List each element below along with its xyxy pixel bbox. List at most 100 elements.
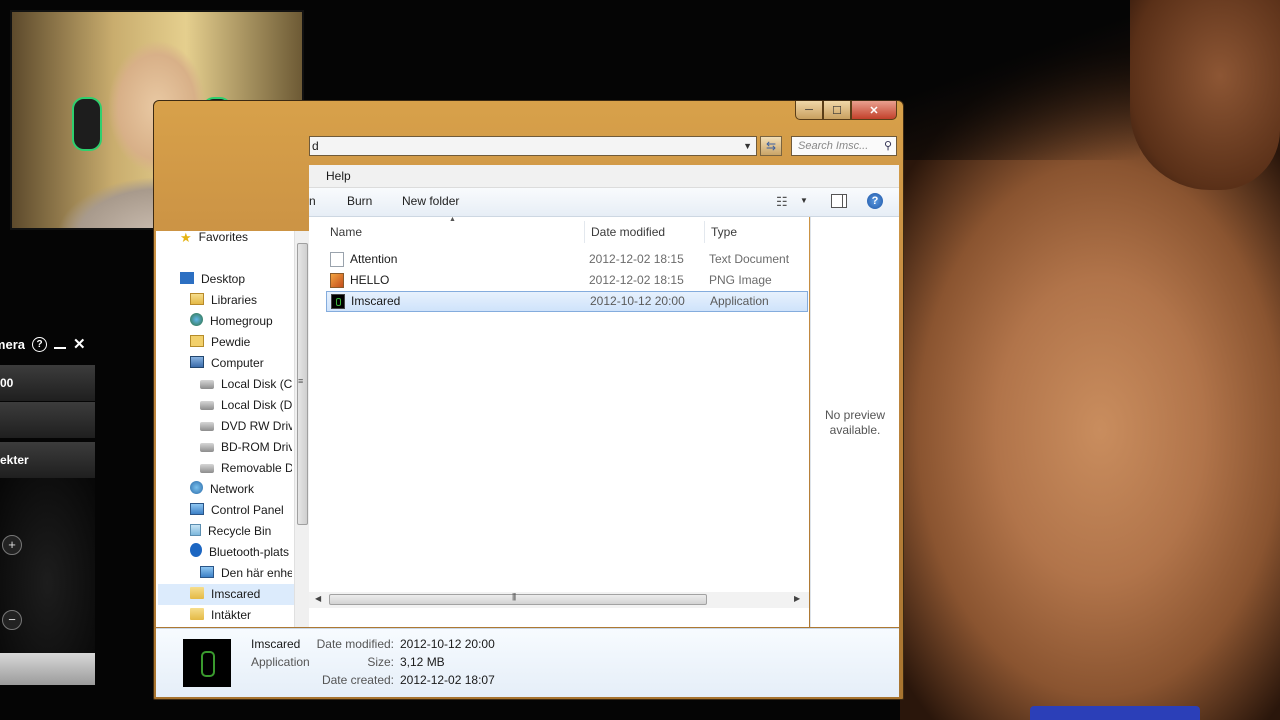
burn-button[interactable]: Burn xyxy=(347,194,372,208)
chevron-down-icon[interactable]: ▼ xyxy=(743,137,752,155)
file-row[interactable]: Attention 2012-12-02 18:15 Text Document xyxy=(326,249,808,270)
details-date-created: 2012-12-02 18:07 xyxy=(400,673,495,687)
scroll-right-icon[interactable]: ▶ xyxy=(794,594,800,603)
details-date-modified-label: Date modified: xyxy=(316,637,394,651)
column-separator[interactable] xyxy=(584,221,585,243)
sidebar-item-label: Desktop xyxy=(201,272,246,286)
details-date-modified: 2012-10-12 20:00 xyxy=(400,637,495,651)
file-date-modified: 2012-12-02 18:15 xyxy=(589,273,684,287)
close-button[interactable]: ✕ xyxy=(851,101,897,120)
preview-message-line-1: No preview xyxy=(824,408,886,422)
view-options-icon[interactable]: ☷ xyxy=(776,194,788,210)
zoom-out-icon[interactable]: − xyxy=(2,610,22,630)
toolbar-partial-item[interactable]: n xyxy=(309,194,316,208)
maximize-button[interactable]: ☐ xyxy=(823,101,851,120)
details-pane: Imscared Application Date modified: 2012… xyxy=(156,628,899,697)
column-header-name[interactable]: Name xyxy=(330,217,362,247)
file-type: Text Document xyxy=(709,252,790,266)
sidebar-item-removable-di[interactable]: Removable Di xyxy=(200,458,292,479)
sidebar-item-computer[interactable]: Computer xyxy=(190,353,292,374)
file-date-modified: 2012-10-12 20:00 xyxy=(590,294,685,308)
camera-widget-row-2[interactable]: ekter xyxy=(0,442,95,478)
sidebar-item-label: DVD RW Drive xyxy=(221,419,292,433)
dvd-drive-icon xyxy=(200,422,214,431)
column-header-type[interactable]: Type xyxy=(711,217,737,247)
bluetooth-icon xyxy=(190,543,202,557)
sidebar-item-local-disk-c[interactable]: Local Disk (C: xyxy=(200,374,292,395)
new-folder-button[interactable]: New folder xyxy=(402,194,459,208)
close-icon[interactable]: ✕ xyxy=(73,335,86,353)
preview-pane-icon[interactable] xyxy=(831,194,847,208)
desktop-icon xyxy=(180,272,194,284)
file-list: ▲ Name Date modified Type Attention 2012-… xyxy=(309,216,809,627)
sort-up-icon: ▲ xyxy=(449,216,456,223)
file-row[interactable]: HELLO 2012-12-02 18:15 PNG Image xyxy=(326,270,808,291)
sidebar-item-label: Libraries xyxy=(211,293,258,307)
zoom-in-icon[interactable]: + xyxy=(2,535,22,555)
help-icon[interactable]: ? xyxy=(32,336,47,352)
sidebar-item-label: Computer xyxy=(211,356,264,370)
computer-icon xyxy=(190,356,204,368)
headphone-left xyxy=(72,97,102,151)
details-size: 3,12 MB xyxy=(400,655,445,669)
preview-message-line-2: available. xyxy=(829,423,881,437)
sidebar-item-network[interactable]: Network xyxy=(190,479,292,500)
explorer-window: ─ ☐ ✕ d ▼ ⇆ Search Imsc... ⚲ Help n Burn… xyxy=(153,100,904,700)
horizontal-scrollbar-thumb[interactable] xyxy=(329,592,707,605)
sidebar-item-local-disk-d[interactable]: Local Disk (D: xyxy=(200,395,292,416)
sidebar-item-desktop[interactable]: Desktop xyxy=(180,269,292,290)
scroll-grip-icon: ≡ xyxy=(298,376,304,386)
file-row[interactable]: Imscared 2012-10-12 20:00 Application xyxy=(326,291,808,312)
minimize-button[interactable]: ─ xyxy=(795,101,823,120)
menu-help[interactable]: Help xyxy=(326,169,351,183)
minimize-icon[interactable] xyxy=(54,347,66,349)
sidebar-item-bd-rom-driv[interactable]: BD-ROM Driv xyxy=(200,437,292,458)
camera-widget-row-blank[interactable] xyxy=(0,402,95,438)
nav-scrollbar[interactable]: ≡ xyxy=(294,231,309,627)
sidebar-item-label: Removable Di xyxy=(221,461,292,475)
file-type: PNG Image xyxy=(709,273,772,287)
file-date-modified: 2012-12-02 18:15 xyxy=(589,252,684,266)
search-input[interactable]: Search Imsc... ⚲ xyxy=(791,136,897,156)
sidebar-item-int-kter[interactable]: Intäkter xyxy=(190,605,292,626)
sidebar-item-bluetooth-plats[interactable]: Bluetooth-plats xyxy=(190,542,292,563)
preview-message: No preview available. xyxy=(811,408,899,438)
recycle-bin-icon xyxy=(190,524,201,536)
column-separator[interactable] xyxy=(704,221,705,243)
refresh-button[interactable]: ⇆ xyxy=(760,136,782,156)
help-icon[interactable]: ? xyxy=(867,193,883,209)
chevron-down-icon[interactable]: ▼ xyxy=(800,196,808,205)
camera-widget: mera ? ✕ 00 ekter + − xyxy=(0,330,95,685)
search-icon[interactable]: ⚲ xyxy=(884,137,892,155)
sidebar-item-label: Recycle Bin xyxy=(208,524,272,538)
camera-widget-panel: + − xyxy=(0,478,95,653)
sidebar-item-control-panel[interactable]: Control Panel xyxy=(190,500,292,521)
text-file-icon xyxy=(330,252,344,267)
application-icon xyxy=(183,639,231,687)
wallpaper-shadow xyxy=(900,0,1140,160)
file-name: Imscared xyxy=(351,294,401,308)
file-name: Attention xyxy=(350,252,398,266)
nav-favorites[interactable]: ★ Favorites xyxy=(180,227,248,248)
sidebar-item-homegroup[interactable]: Homegroup xyxy=(190,311,292,332)
sidebar-item-pewdie[interactable]: Pewdie xyxy=(190,332,292,353)
horizontal-scrollbar[interactable]: ◀ ▶ xyxy=(309,592,809,608)
sidebar-item-libraries[interactable]: Libraries xyxy=(190,290,292,311)
sidebar-item-recycle-bin[interactable]: Recycle Bin xyxy=(190,521,292,542)
sidebar-item-den-h-r-enhet[interactable]: Den här enhet xyxy=(200,563,292,584)
wallpaper-shorts xyxy=(1030,706,1200,720)
scroll-left-icon[interactable]: ◀ xyxy=(315,594,321,603)
removable-disk-icon xyxy=(200,464,214,473)
user-folder-icon xyxy=(190,335,204,347)
details-file-name: Imscared xyxy=(251,637,301,651)
sidebar-item-label: Pewdie xyxy=(211,335,251,349)
details-date-created-label: Date created: xyxy=(321,673,394,687)
address-bar[interactable]: d ▼ xyxy=(309,136,757,156)
camera-widget-row-1[interactable]: 00 xyxy=(0,365,95,401)
column-header-date[interactable]: Date modified xyxy=(591,217,665,247)
homegroup-icon xyxy=(190,313,203,326)
sidebar-item-dvd-rw-drive[interactable]: DVD RW Drive xyxy=(200,416,292,437)
application-icon xyxy=(331,294,345,309)
nav-favorites-label: Favorites xyxy=(198,230,249,244)
details-file-type: Application xyxy=(251,655,310,669)
